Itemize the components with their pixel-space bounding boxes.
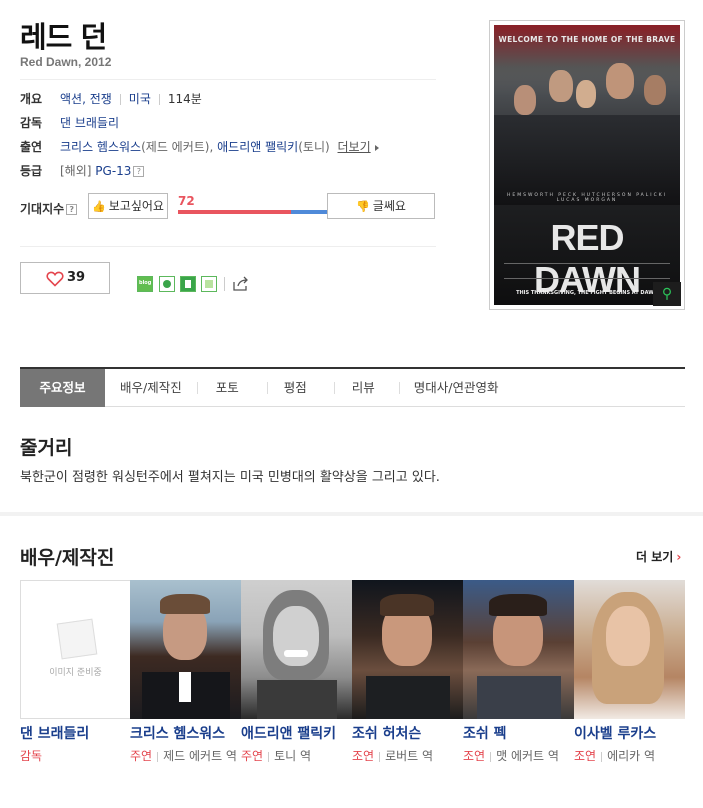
movie-subtitle: Red Dawn, 2012 bbox=[20, 55, 112, 69]
cast-link-2[interactable]: 애드리앤 팰릭키 bbox=[217, 140, 298, 154]
rating-prefix: [해외] bbox=[60, 164, 92, 178]
cast-role-2: (토니) bbox=[298, 140, 330, 154]
cast-role: 주연 제드 에커트 역 bbox=[130, 749, 237, 763]
help-icon[interactable]: ? bbox=[133, 166, 145, 177]
want-bar bbox=[178, 210, 291, 214]
cast-link-1[interactable]: 크리스 헴스워스 bbox=[60, 140, 141, 154]
cast-role-1: (제드 에커트), bbox=[141, 140, 218, 154]
no-image-text: 이미지 준비중 bbox=[49, 668, 102, 678]
separator bbox=[224, 277, 225, 291]
summary-label: 개요 bbox=[20, 92, 43, 106]
cast-role: 조연 맷 에커트 역 bbox=[463, 749, 559, 763]
synopsis-heading: 줄거리 bbox=[20, 437, 73, 459]
share-icon[interactable] bbox=[232, 276, 249, 292]
genre-link[interactable]: 액션, 전쟁 bbox=[60, 92, 112, 106]
movie-poster[interactable]: WELCOME TO THE HOME OF THE BRAVE HEMSWOR… bbox=[494, 25, 680, 305]
cast-name[interactable]: 이사벨 루카스 bbox=[574, 723, 681, 743]
help-icon[interactable]: ? bbox=[66, 204, 78, 215]
cast-photo[interactable] bbox=[130, 580, 241, 719]
cast-photo[interactable] bbox=[352, 580, 463, 719]
like-count: 39 bbox=[67, 270, 86, 285]
cast-photo[interactable] bbox=[463, 580, 574, 719]
poster-tagline: WELCOME TO THE HOME OF THE BRAVE bbox=[498, 35, 676, 44]
chevron-right-icon: › bbox=[676, 550, 682, 564]
divider bbox=[20, 246, 436, 247]
meh-button[interactable]: 👎 글쎄요 bbox=[327, 193, 435, 219]
cast-photo[interactable] bbox=[574, 580, 685, 719]
director-row: 댄 브래들리 bbox=[60, 114, 119, 131]
divider bbox=[20, 79, 436, 80]
cast-label: 출연 bbox=[20, 140, 43, 154]
cast-role: 주연 토니 역 bbox=[241, 749, 312, 763]
cast-row: 크리스 헴스워스(제드 에커트), 애드리앤 팰릭키(토니) 더보기 bbox=[60, 138, 379, 155]
separator bbox=[119, 94, 121, 105]
want-count: 72 bbox=[178, 194, 195, 208]
director-link[interactable]: 댄 브래들리 bbox=[60, 116, 119, 130]
rating-row: [해외] PG-13? bbox=[60, 162, 145, 179]
cast-photo[interactable] bbox=[241, 580, 352, 719]
blog-share-icon[interactable]: blog bbox=[137, 276, 153, 292]
rating-label: 등급 bbox=[20, 164, 43, 178]
cast-heading: 배우/제작진 bbox=[20, 547, 115, 569]
cast-role: 조연 에리카 역 bbox=[574, 749, 656, 763]
cast-photo-placeholder[interactable]: 이미지 준비중 bbox=[20, 580, 131, 719]
cast-role: 조연 로버트 역 bbox=[352, 749, 434, 763]
cafe-share-icon[interactable] bbox=[159, 276, 175, 292]
tab-cast-crew[interactable]: 배우/제작진 bbox=[105, 369, 197, 407]
cast-name[interactable]: 애드리앤 팰릭키 bbox=[241, 723, 348, 743]
cast-name[interactable]: 조쉬 펙 bbox=[463, 723, 570, 743]
zoom-icon[interactable]: ⚲ bbox=[653, 282, 681, 306]
tab-quotes-related[interactable]: 명대사/연관영화 bbox=[400, 369, 514, 407]
image-placeholder-icon bbox=[56, 618, 98, 660]
director-label: 감독 bbox=[20, 116, 43, 130]
separator bbox=[158, 94, 160, 105]
want-to-see-button[interactable]: 👍 보고싶어요 bbox=[88, 193, 168, 219]
cast-name[interactable]: 댄 브래들리 bbox=[20, 723, 127, 743]
triangle-right-icon bbox=[374, 144, 379, 151]
tab-ratings[interactable]: 평점 bbox=[268, 369, 334, 407]
synopsis-text: 북한군이 점령한 워싱턴주에서 펼쳐지는 미국 민병대의 활약상을 그리고 있다… bbox=[20, 470, 440, 485]
bookmark-share-icon[interactable] bbox=[180, 276, 196, 292]
tab-reviews[interactable]: 리뷰 bbox=[335, 369, 399, 407]
country-link[interactable]: 미국 bbox=[129, 92, 151, 106]
like-button[interactable] bbox=[20, 262, 110, 294]
thumbs-down-icon: 👎 bbox=[356, 200, 370, 213]
tab-main-info[interactable]: 주요정보 bbox=[20, 369, 105, 407]
summary-row: 액션, 전쟁 미국 114분 bbox=[60, 90, 202, 107]
cast-role: 감독 bbox=[20, 749, 43, 763]
cast-more-link[interactable]: 더보기 bbox=[338, 140, 371, 154]
rating-link[interactable]: PG-13 bbox=[95, 164, 131, 178]
movie-title: 레드 던 bbox=[20, 20, 107, 54]
runtime: 114분 bbox=[167, 92, 202, 106]
section-divider bbox=[0, 512, 703, 516]
tab-bar: 주요정보 배우/제작진 포토 평점 리뷰 명대사/연관영화 bbox=[20, 367, 685, 407]
tab-photos[interactable]: 포토 bbox=[198, 369, 267, 407]
memo-share-icon[interactable] bbox=[201, 276, 217, 292]
expectation-label: 기대지수? bbox=[20, 200, 78, 217]
cast-name[interactable]: 크리스 헴스워스 bbox=[130, 723, 237, 743]
cast-name[interactable]: 조쉬 허처슨 bbox=[352, 723, 459, 743]
heart-icon bbox=[46, 271, 64, 287]
thumbs-up-icon: 👍 bbox=[92, 200, 106, 213]
cast-more-link[interactable]: 더 보기 › bbox=[636, 548, 681, 565]
